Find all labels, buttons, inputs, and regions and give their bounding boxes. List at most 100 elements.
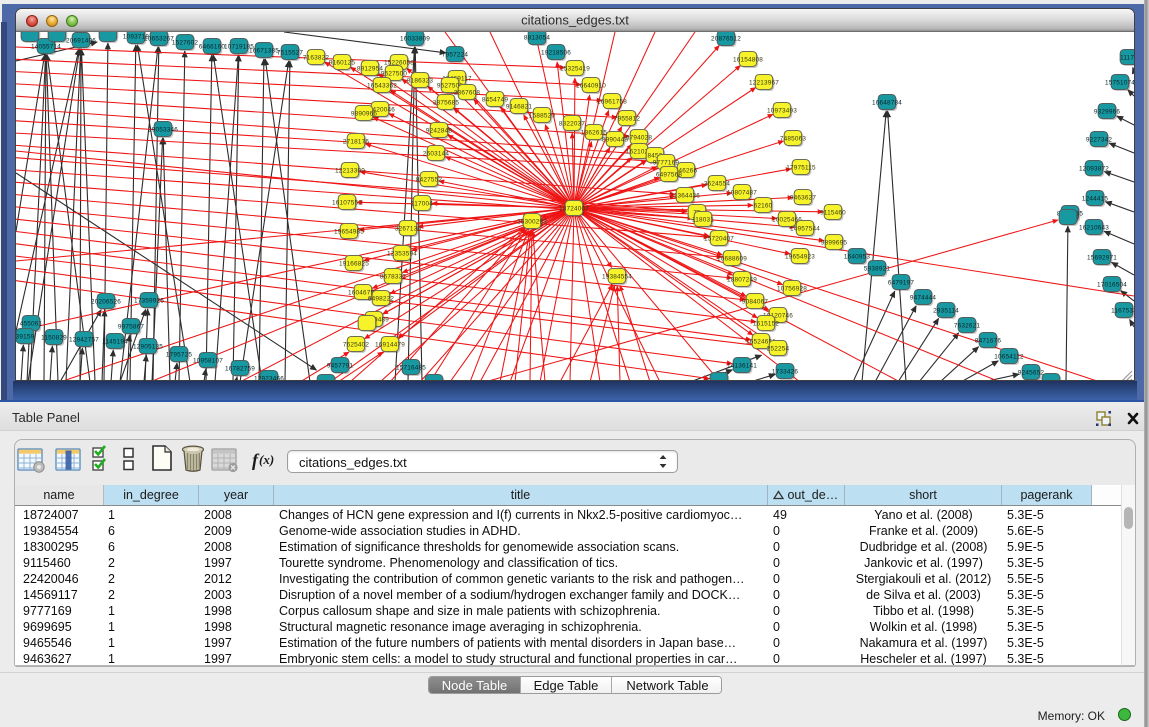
svg-text:16961758: 16961758 xyxy=(597,98,627,105)
svg-text:16107552: 16107552 xyxy=(332,199,362,206)
svg-text:8813054: 8813054 xyxy=(524,34,551,41)
svg-text:9975867: 9975867 xyxy=(118,323,145,330)
svg-text:16782759: 16782759 xyxy=(225,365,255,372)
svg-text:20876512: 20876512 xyxy=(711,35,741,42)
svg-text:39159: 39159 xyxy=(16,333,35,340)
svg-text:9527500: 9527500 xyxy=(381,70,408,77)
svg-text:29053346: 29053346 xyxy=(148,126,178,133)
svg-text:9115460: 9115460 xyxy=(820,209,846,216)
svg-text:9329966: 9329966 xyxy=(1094,108,1121,115)
svg-text:3875685: 3875685 xyxy=(433,99,460,106)
svg-text:15692971: 15692971 xyxy=(1087,254,1117,261)
svg-text:8990448: 8990448 xyxy=(602,136,629,143)
svg-text:1150829: 1150829 xyxy=(41,334,67,341)
svg-text:9777169: 9777169 xyxy=(653,159,680,166)
svg-text:19218506: 19218506 xyxy=(541,49,571,56)
svg-text:6794028: 6794028 xyxy=(626,134,653,141)
svg-text:9899695: 9899695 xyxy=(821,239,848,246)
svg-text:2367608: 2367608 xyxy=(454,89,481,96)
svg-text:3624554: 3624554 xyxy=(704,180,731,187)
svg-text:2935114: 2935114 xyxy=(933,307,959,314)
svg-text:12905135: 12905135 xyxy=(133,343,163,350)
svg-text:20206526: 20206526 xyxy=(91,298,121,305)
svg-text:6479197: 6479197 xyxy=(888,279,915,286)
svg-text:20691406: 20691406 xyxy=(66,37,96,44)
svg-text:12923466: 12923466 xyxy=(254,375,284,380)
svg-text:16671385: 16671385 xyxy=(249,47,279,54)
svg-text:10807487: 10807487 xyxy=(727,189,757,196)
svg-text:17975115: 17975115 xyxy=(786,164,816,171)
svg-text:15751074: 15751074 xyxy=(1105,79,1134,86)
svg-text:8322037: 8322037 xyxy=(559,120,586,127)
svg-text:9457791: 9457791 xyxy=(327,362,354,369)
svg-text:9227342: 9227342 xyxy=(1086,136,1113,143)
svg-text:25300293: 25300293 xyxy=(517,218,547,225)
svg-text:9245652: 9245652 xyxy=(1018,369,1045,376)
svg-text:12942757: 12942757 xyxy=(69,336,99,343)
svg-text:455061: 455061 xyxy=(20,320,43,327)
svg-text:15325419: 15325419 xyxy=(560,65,590,72)
svg-text:19166825: 19166825 xyxy=(339,260,369,267)
svg-text:17016504: 17016504 xyxy=(1097,281,1127,288)
svg-text:14055714: 14055714 xyxy=(31,43,61,50)
svg-text:12353594: 12353594 xyxy=(387,250,417,257)
svg-text:17359926: 17359926 xyxy=(134,297,164,304)
svg-text:252254: 252254 xyxy=(767,345,790,352)
svg-text:7163822: 7163822 xyxy=(303,54,330,61)
svg-text:8427552: 8427552 xyxy=(416,176,443,183)
svg-text:16543362: 16543362 xyxy=(367,82,397,89)
svg-text:3267130: 3267130 xyxy=(395,225,422,232)
svg-text:16914479: 16914479 xyxy=(375,341,405,348)
svg-text:1362615: 1362615 xyxy=(581,129,608,136)
svg-text:10756928: 10756928 xyxy=(777,285,807,292)
svg-text:9084067: 9084067 xyxy=(742,298,769,305)
svg-text:9474444: 9474444 xyxy=(910,294,937,301)
svg-text:16154808: 16154808 xyxy=(733,56,763,63)
svg-text:12213967: 12213967 xyxy=(749,79,779,86)
svg-text:6498222: 6498222 xyxy=(368,295,395,302)
svg-text:9146821: 9146821 xyxy=(506,103,533,110)
svg-text:6497568: 6497568 xyxy=(656,171,683,178)
svg-text:19384554: 19384554 xyxy=(602,273,632,280)
svg-text:5938921: 5938921 xyxy=(864,265,891,272)
svg-text:16210643: 16210643 xyxy=(1079,224,1109,231)
svg-text:7485063: 7485063 xyxy=(780,135,807,142)
svg-text:1145194: 1145194 xyxy=(102,338,128,345)
svg-text:1588520: 1588520 xyxy=(529,112,556,119)
svg-text:15720407: 15720407 xyxy=(704,235,734,242)
svg-text:18807249: 18807249 xyxy=(727,276,757,283)
svg-text:9160125: 9160125 xyxy=(329,59,356,66)
svg-text:14957544: 14957544 xyxy=(790,225,820,232)
svg-text:8912954: 8912954 xyxy=(357,65,384,72)
svg-text:1615152: 1615152 xyxy=(753,320,780,327)
svg-text:11175: 11175 xyxy=(1120,54,1134,61)
svg-text:16033809: 16033809 xyxy=(400,35,430,42)
svg-text:18724007: 18724007 xyxy=(559,205,589,212)
svg-text:10688609: 10688609 xyxy=(717,255,747,262)
svg-text:7515527: 7515527 xyxy=(277,49,304,56)
svg-text:1640953: 1640953 xyxy=(844,253,871,260)
svg-text:15716485: 15716485 xyxy=(396,364,426,371)
svg-text:118031: 118031 xyxy=(692,216,714,223)
svg-text:8678332: 8678332 xyxy=(380,273,407,280)
svg-text:1733426: 1733426 xyxy=(772,368,799,375)
svg-text:6466160: 6466160 xyxy=(199,43,226,50)
svg-text:1795725: 1795725 xyxy=(166,351,193,358)
svg-text:8454749: 8454749 xyxy=(482,96,509,103)
svg-text:9463627: 9463627 xyxy=(790,194,817,201)
svg-text:9890966: 9890966 xyxy=(351,110,378,117)
svg-text:(x): (x) xyxy=(259,452,274,467)
svg-text:1527602: 1527602 xyxy=(172,39,199,46)
svg-text:8471676: 8471676 xyxy=(975,337,1002,344)
svg-text:10958107: 10958107 xyxy=(193,357,223,364)
svg-text:12093872: 12093872 xyxy=(1079,165,1109,172)
svg-text:10973493: 10973493 xyxy=(767,107,797,114)
svg-text:1167533: 1167533 xyxy=(1111,307,1134,314)
svg-text:2603144: 2603144 xyxy=(423,150,450,157)
svg-text:62160: 62160 xyxy=(754,202,773,209)
svg-text:8186323: 8186323 xyxy=(407,77,434,84)
svg-text:10654112: 10654112 xyxy=(994,353,1024,360)
svg-text:10653267: 10653267 xyxy=(144,35,174,42)
svg-text:2718176: 2718176 xyxy=(343,138,370,145)
svg-text:12213309: 12213309 xyxy=(335,167,365,174)
